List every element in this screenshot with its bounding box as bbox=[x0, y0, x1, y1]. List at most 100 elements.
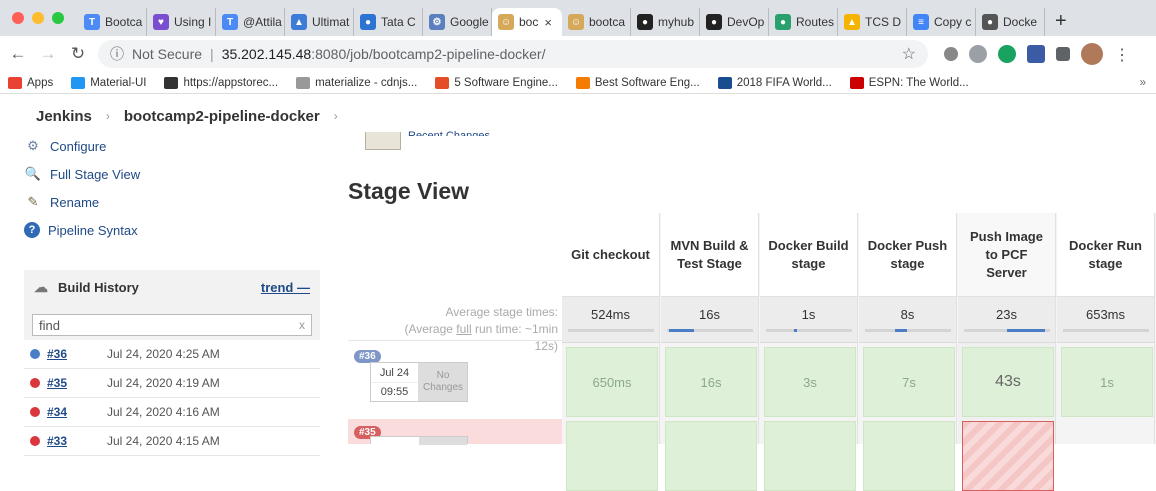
stage-cell-run-36[interactable]: 1s bbox=[1061, 347, 1153, 417]
avg-prefix: (Average bbox=[404, 322, 457, 336]
stage-cell-run-35[interactable] bbox=[665, 421, 757, 491]
stage-cell-run-36[interactable]: 16s bbox=[665, 347, 757, 417]
security-label: Not Secure bbox=[132, 46, 203, 62]
close-tab-icon[interactable]: × bbox=[544, 15, 552, 30]
browser-tab[interactable]: ☺ bootca bbox=[562, 8, 631, 36]
clear-search-icon[interactable]: x bbox=[299, 318, 305, 332]
sidebar-item-configure[interactable]: ⚙ Configure bbox=[24, 132, 324, 160]
stage-average-time: 653ms bbox=[1085, 307, 1126, 322]
stage-cell-run-36[interactable]: 43s bbox=[962, 347, 1054, 417]
tab-label: Routes bbox=[796, 15, 835, 29]
tab-favicon-icon: ● bbox=[982, 14, 998, 30]
recent-changes-link[interactable]: Recent Changes bbox=[408, 130, 490, 136]
breadcrumb-job[interactable]: bootcamp2-pipeline-docker bbox=[124, 108, 320, 125]
minus-icon: — bbox=[297, 279, 310, 295]
bookmark-item[interactable]: 5 Software Engine... bbox=[435, 76, 558, 89]
bookmarks-overflow-button[interactable]: » bbox=[1140, 77, 1146, 89]
stage-average-bar-fill bbox=[793, 329, 797, 332]
bookmark-item[interactable]: https://appstorec... bbox=[164, 76, 278, 89]
back-arrow-icon[interactable]: ← bbox=[6, 44, 30, 64]
stage-cell-run-35[interactable] bbox=[566, 421, 658, 491]
browser-tab[interactable]: ≡ Copy c bbox=[907, 8, 976, 36]
forward-arrow-icon[interactable]: → bbox=[36, 44, 60, 64]
stage-average-bar-fill bbox=[1006, 329, 1046, 332]
run-info-36[interactable]: Jul 24 09:55 No Changes bbox=[370, 362, 468, 402]
run-date: Jul 24 bbox=[379, 366, 410, 379]
build-status-icon[interactable] bbox=[30, 407, 40, 417]
build-number-link[interactable]: #33 bbox=[47, 434, 91, 448]
browser-tab[interactable]: ● Tata C bbox=[354, 8, 423, 36]
close-window-icon[interactable] bbox=[12, 12, 24, 24]
build-number-link[interactable]: #36 bbox=[47, 347, 91, 361]
browser-tab[interactable]: T @Attila bbox=[216, 8, 285, 36]
stage-average: 16s bbox=[661, 297, 758, 343]
browser-tab[interactable]: ♥ Using I bbox=[147, 8, 216, 36]
url-host: 35.202.145.48 bbox=[221, 46, 312, 62]
sidebar-item-pipeline-syntax[interactable]: ? Pipeline Syntax bbox=[24, 216, 324, 244]
stage-cell-run-36[interactable]: 3s bbox=[764, 347, 856, 417]
reload-icon[interactable]: ↻ bbox=[66, 44, 90, 64]
bookmark-item[interactable]: materialize - cdnjs... bbox=[296, 76, 417, 89]
build-number-link[interactable]: #35 bbox=[47, 376, 91, 390]
browser-tab[interactable]: ● Routes bbox=[769, 8, 838, 36]
browser-tab[interactable]: ● DevOp bbox=[700, 8, 769, 36]
stage-header: Docker Build stage bbox=[760, 213, 857, 297]
browser-tab[interactable]: ▲ Ultimat bbox=[285, 8, 354, 36]
browser-tab[interactable]: T Bootca bbox=[78, 8, 147, 36]
browser-tab[interactable]: ▲ TCS D bbox=[838, 8, 907, 36]
browser-tab[interactable]: ☺ boc × bbox=[492, 8, 562, 36]
breadcrumb-jenkins[interactable]: Jenkins bbox=[36, 108, 92, 125]
bookmark-star-icon[interactable]: ☆ bbox=[902, 44, 916, 64]
build-status-icon[interactable] bbox=[30, 436, 40, 446]
extension-icon[interactable] bbox=[998, 45, 1016, 63]
bookmark-label: 2018 FIFA World... bbox=[736, 76, 832, 89]
tab-favicon-icon: ☺ bbox=[568, 14, 584, 30]
maximize-window-icon[interactable] bbox=[52, 12, 64, 24]
stage-cell-run-36[interactable]: 7s bbox=[863, 347, 955, 417]
build-status-icon[interactable] bbox=[30, 349, 40, 359]
extension-icon[interactable] bbox=[969, 45, 987, 63]
browser-tab[interactable]: ● myhub bbox=[631, 8, 700, 36]
puzzle-icon[interactable] bbox=[1056, 47, 1070, 61]
sidebar-item-rename[interactable]: ✎ Rename bbox=[24, 188, 324, 216]
changes-line-1: No bbox=[436, 370, 450, 381]
stage-average: 524ms bbox=[562, 297, 659, 343]
bookmark-item[interactable]: ESPN: The World... bbox=[849, 76, 969, 89]
chevron-right-icon[interactable]: › bbox=[334, 109, 338, 123]
bookmark-item[interactable]: Material-UI bbox=[71, 76, 146, 89]
run-info-35[interactable] bbox=[370, 436, 468, 445]
sidebar: ⚙ Configure 🔍 Full Stage View ✎ Rename ?… bbox=[24, 132, 324, 244]
new-tab-button[interactable]: + bbox=[1045, 10, 1077, 33]
build-search-input[interactable]: find x bbox=[32, 314, 312, 336]
browser-tab[interactable]: ● Docke bbox=[976, 8, 1045, 36]
sidebar-item-full-stage-view[interactable]: 🔍 Full Stage View bbox=[24, 160, 324, 188]
stage-average-bar bbox=[567, 329, 654, 332]
stage-cell-run-35[interactable] bbox=[863, 421, 955, 491]
stage-cell-run-36[interactable]: 650ms bbox=[566, 347, 658, 417]
url-bar[interactable]: ⓘ Not Secure | 35.202.145.48 :8080/job/b… bbox=[98, 40, 928, 68]
stage-cell-run-35[interactable] bbox=[962, 421, 1054, 491]
bookmark-item[interactable]: Best Software Eng... bbox=[575, 76, 700, 89]
stage-average-bar-fill bbox=[894, 329, 908, 332]
changes-line-2: Changes bbox=[422, 382, 464, 393]
tab-favicon-icon: T bbox=[222, 14, 238, 30]
minimize-window-icon[interactable] bbox=[32, 12, 44, 24]
stage-average-time: 23s bbox=[996, 307, 1017, 322]
tab-favicon-icon: ♥ bbox=[153, 14, 169, 30]
extension-icon[interactable] bbox=[944, 47, 958, 61]
browser-tab[interactable]: ⚙ Google bbox=[423, 8, 492, 36]
bookmarks-bar: Apps Material-UI https://appstorec... mater… bbox=[0, 72, 1156, 94]
avg-full-link[interactable]: full bbox=[456, 322, 471, 336]
trend-link[interactable]: trend — bbox=[261, 280, 310, 295]
menu-dots-icon[interactable]: ⋮ bbox=[1114, 45, 1130, 64]
profile-avatar[interactable] bbox=[1081, 43, 1103, 65]
info-icon[interactable]: ⓘ bbox=[110, 44, 124, 64]
tab-label: Bootca bbox=[105, 15, 143, 29]
average-stage-times: Average stage times: (Average full run t… bbox=[348, 304, 558, 355]
build-status-icon[interactable] bbox=[30, 378, 40, 388]
bookmark-item[interactable]: Apps bbox=[8, 76, 53, 89]
extension-icon[interactable] bbox=[1027, 45, 1045, 63]
build-number-link[interactable]: #34 bbox=[47, 405, 91, 419]
bookmark-item[interactable]: 2018 FIFA World... bbox=[717, 76, 832, 89]
stage-cell-run-35[interactable] bbox=[764, 421, 856, 491]
